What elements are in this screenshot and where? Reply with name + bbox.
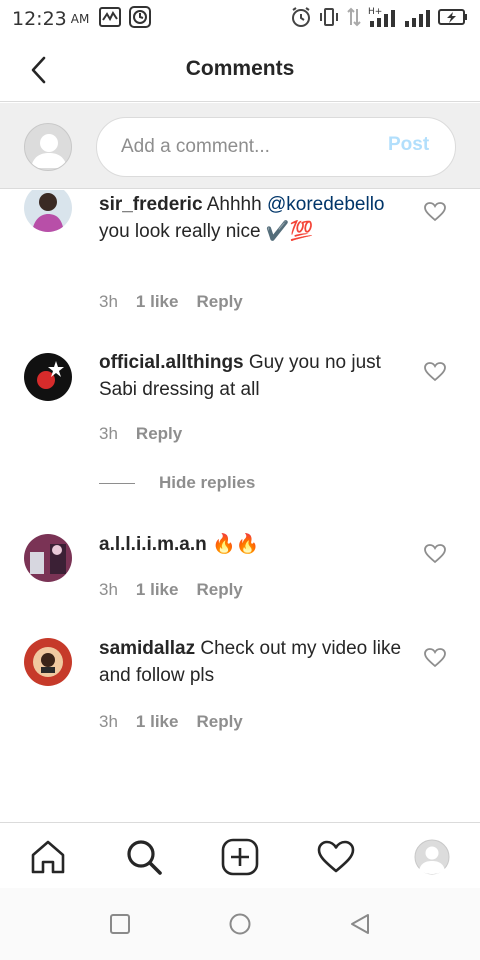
nav-profile[interactable]: [412, 837, 452, 877]
comment-text: a.l.l.i.i.m.a.n 🔥🔥: [99, 531, 414, 558]
status-indicators: H+: [290, 6, 468, 32]
comment-time: 3h: [99, 424, 118, 443]
reply-button[interactable]: Reply: [136, 424, 182, 444]
nav-home[interactable]: [28, 837, 68, 877]
heart-icon: [424, 202, 446, 222]
commenter-avatar[interactable]: [24, 190, 72, 232]
signal-strength-2-icon: [404, 6, 432, 32]
heart-icon: [317, 840, 355, 873]
nav-activity[interactable]: [316, 837, 356, 877]
comment-username[interactable]: samidallaz: [99, 638, 195, 659]
commenter-avatar[interactable]: [24, 353, 72, 401]
profile-photo-icon: [24, 190, 72, 232]
alarm-icon: [290, 6, 312, 32]
profile-photo-icon: [24, 534, 72, 582]
status-time: 12:23: [12, 8, 67, 30]
comment-username[interactable]: a.l.l.i.i.m.a.n: [99, 534, 207, 555]
back-system-button[interactable]: [348, 912, 372, 936]
comment-time: 3h: [99, 712, 118, 731]
nav-search[interactable]: [124, 837, 164, 877]
reply-button[interactable]: Reply: [196, 292, 242, 312]
hide-replies-label: Hide replies: [159, 473, 256, 492]
activity-monitor-icon: [99, 7, 122, 31]
comment-meta: 3h 1 like Reply: [99, 292, 261, 312]
triangle-back-icon: [351, 914, 369, 934]
circle-icon: [229, 913, 251, 935]
comment-likes[interactable]: 1 like: [136, 580, 179, 600]
comment-body-rest: you look really nice ✔️💯: [99, 221, 314, 242]
system-navigation-bar: [0, 888, 480, 960]
like-comment-button[interactable]: [424, 202, 446, 222]
bottom-navigation: [0, 822, 480, 888]
comment-text: samidallaz Check out my video like and f…: [99, 635, 414, 689]
comment-meta: 3h 1 like Reply: [99, 580, 261, 600]
comment-text: sir_frederic Ahhhh @koredebello you look…: [99, 191, 414, 245]
heart-icon: [424, 544, 446, 564]
profile-photo-icon: [24, 353, 72, 401]
recent-apps-button[interactable]: [108, 912, 132, 936]
comment-text: official.allthings Guy you no just Sabi …: [99, 349, 414, 403]
comment-body: Ahhhh: [202, 194, 267, 215]
current-user-avatar: [24, 123, 72, 171]
like-comment-button[interactable]: [424, 544, 446, 564]
like-comment-button[interactable]: [424, 648, 446, 668]
comment-time: 3h: [99, 580, 118, 599]
nav-new-post[interactable]: [220, 837, 260, 877]
signal-strength-icon: H+: [368, 6, 398, 32]
square-icon: [110, 914, 130, 934]
clock-app-icon: [129, 6, 152, 32]
post-button[interactable]: Post: [388, 134, 429, 156]
heart-icon: [424, 648, 446, 668]
commenter-avatar[interactable]: [24, 534, 72, 582]
default-avatar-icon: [31, 134, 67, 168]
header: Comments: [0, 38, 480, 102]
comment-likes[interactable]: 1 like: [136, 292, 179, 312]
comments-list: sir_frederic Ahhhh @koredebello you look…: [0, 190, 480, 820]
divider: [99, 482, 135, 484]
like-comment-button[interactable]: [424, 362, 446, 382]
reply-button[interactable]: Reply: [196, 580, 242, 600]
svg-text:H+: H+: [368, 7, 382, 17]
home-system-button[interactable]: [228, 912, 252, 936]
status-ampm: AM: [70, 12, 90, 26]
reply-button[interactable]: Reply: [196, 712, 242, 732]
battery-charging-icon: [438, 7, 468, 31]
profile-avatar-icon: [414, 839, 450, 875]
comment-username[interactable]: sir_frederic: [99, 194, 203, 215]
data-transfer-icon: [346, 6, 362, 32]
profile-photo-icon: [24, 638, 72, 686]
heart-icon: [424, 362, 446, 382]
comment-meta: 3h 1 like Reply: [99, 712, 261, 732]
comment-meta: 3h Reply: [99, 424, 200, 444]
vibrate-icon: [318, 6, 340, 32]
page-title: Comments: [185, 57, 295, 80]
hide-replies-toggle[interactable]: Hide replies: [99, 473, 255, 493]
search-icon: [127, 840, 162, 875]
comment-body: 🔥🔥: [206, 534, 260, 555]
commenter-avatar[interactable]: [24, 638, 72, 686]
add-post-icon: [221, 838, 259, 876]
status-bar: 12:23 AM H+: [0, 0, 480, 38]
mention-link[interactable]: @koredebello: [267, 194, 385, 215]
comment-time: 3h: [99, 292, 118, 311]
comment-likes[interactable]: 1 like: [136, 712, 179, 732]
comment-username[interactable]: official.allthings: [99, 352, 244, 373]
home-icon: [31, 840, 65, 874]
